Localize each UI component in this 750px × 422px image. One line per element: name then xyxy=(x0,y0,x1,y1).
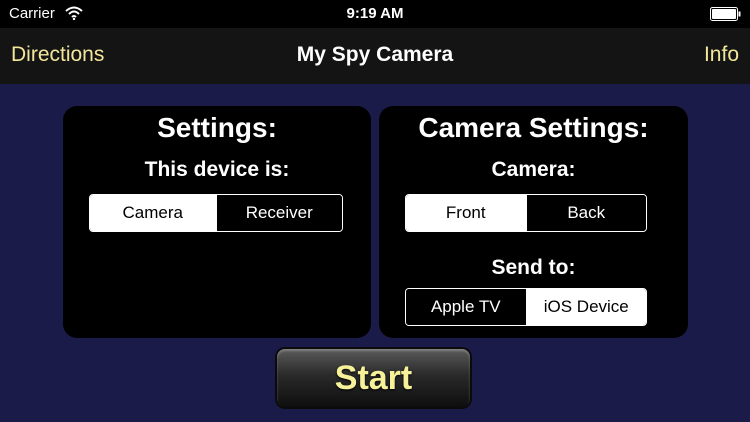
camera-front-segment[interactable]: Front xyxy=(406,195,526,231)
device-role-label: This device is: xyxy=(144,158,290,181)
camera-settings-title: Camera Settings: xyxy=(418,112,649,143)
settings-title: Settings: xyxy=(157,112,277,143)
camera-back-segment[interactable]: Back xyxy=(525,195,646,231)
status-time: 9:19 AM xyxy=(346,5,404,22)
info-button[interactable]: Info xyxy=(704,43,739,67)
start-button-label: Start xyxy=(334,358,413,397)
start-button[interactable]: Start xyxy=(277,349,470,407)
send-to-ios-device-segment[interactable]: iOS Device xyxy=(525,289,646,325)
camera-segmented-control: Front Back xyxy=(405,194,647,232)
send-to-apple-tv-segment[interactable]: Apple TV xyxy=(406,289,526,325)
navigation-bar: Directions My Spy Camera Info xyxy=(0,28,750,84)
battery-icon xyxy=(710,7,742,26)
status-bar: Carrier 9:19 AM xyxy=(0,0,750,28)
camera-label: Camera: xyxy=(491,158,576,181)
page-title: My Spy Camera xyxy=(296,43,454,66)
send-to-segmented-control: Apple TV iOS Device xyxy=(405,288,647,326)
device-role-camera-segment[interactable]: Camera xyxy=(90,195,216,231)
settings-panel: Settings: This device is: Camera Receive… xyxy=(63,106,371,338)
camera-settings-panel: Camera Settings: Camera: Front Back Send… xyxy=(379,106,688,338)
device-role-segmented-control: Camera Receiver xyxy=(89,194,343,232)
send-to-label: Send to: xyxy=(491,256,576,279)
device-role-receiver-segment[interactable]: Receiver xyxy=(215,195,342,231)
